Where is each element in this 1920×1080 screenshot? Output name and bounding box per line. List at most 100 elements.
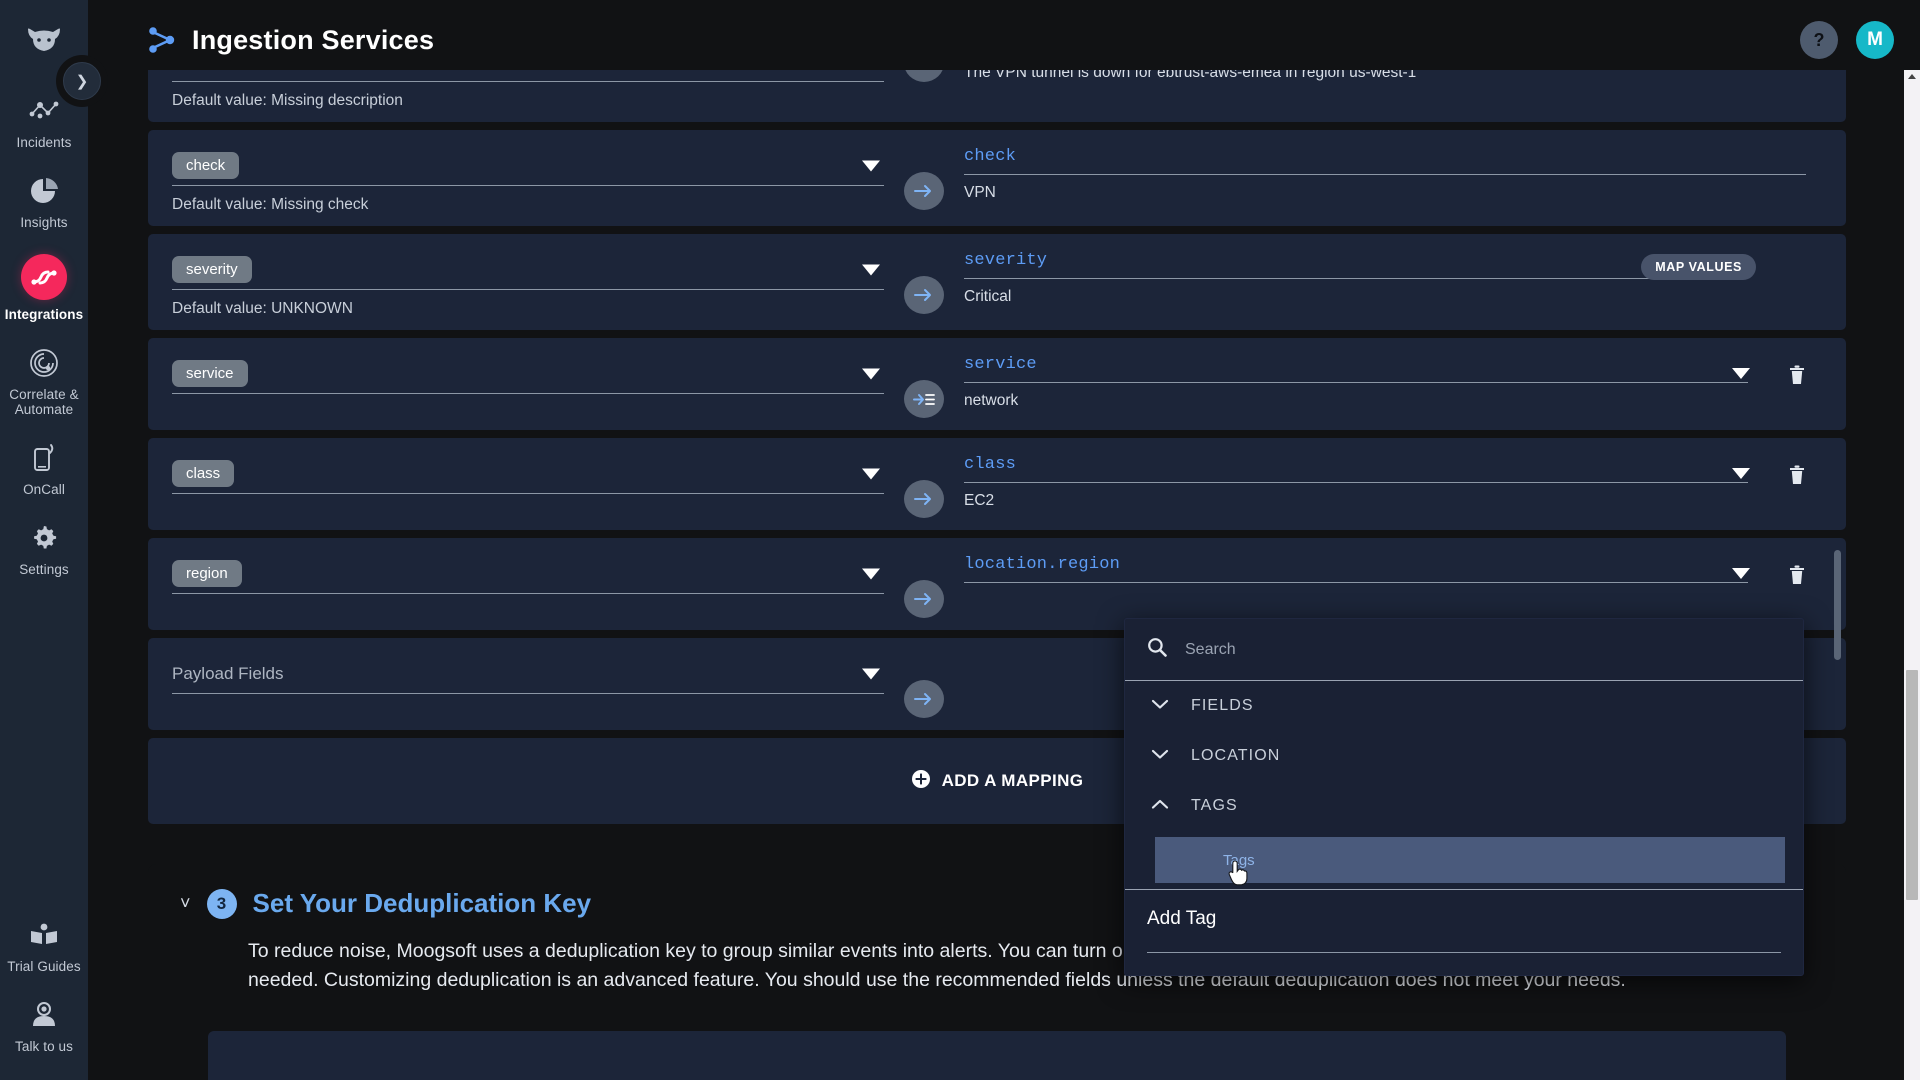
panel-scrollbar-thumb[interactable]: [1834, 550, 1841, 660]
mapping-arrow: [884, 354, 964, 418]
mapping-target: service network: [964, 354, 1812, 410]
target-field-value: VPN: [964, 184, 996, 201]
search-icon: [1147, 637, 1167, 662]
scrollbar-up-arrow-icon[interactable]: [1908, 74, 1916, 79]
chevron-down-icon[interactable]: [862, 264, 880, 275]
sidebar-item-talk-to-us[interactable]: Talk to us: [0, 984, 88, 1080]
source-field-chip: class: [172, 460, 235, 487]
delete-mapping-button[interactable]: [1788, 364, 1806, 391]
radar-target-icon: [27, 346, 61, 380]
mapping-source: Payload Fields: [172, 654, 884, 694]
mapping-source: severity Default value: UNKNOWN: [172, 250, 884, 318]
sidebar-item-oncall[interactable]: OnCall: [0, 427, 88, 507]
mapping-arrow: [884, 654, 964, 718]
sidebar-item-insights[interactable]: Insights: [0, 160, 88, 240]
dropdown-group-tags[interactable]: TAGS: [1125, 781, 1803, 831]
chevron-down-icon[interactable]: [862, 568, 880, 579]
pie-chart-icon: [27, 174, 61, 208]
dropdown-group-label: FIELDS: [1191, 697, 1254, 714]
table-row: class class EC2: [148, 438, 1846, 530]
question-mark-icon: ?: [1813, 29, 1825, 50]
target-field-name: service: [964, 355, 1037, 374]
section-title: Set Your Deduplication Key: [252, 888, 592, 918]
sidebar-item-label: Integrations: [4, 307, 84, 322]
help-button[interactable]: ?: [1800, 21, 1838, 59]
dropdown-group-location[interactable]: LOCATION: [1125, 731, 1803, 781]
dedup-key-card: [208, 1031, 1786, 1080]
left-sidebar: Incidents Insights Integrations Correlat…: [0, 0, 88, 1080]
mapping-target: severity Critical MAP VALUES: [964, 250, 1812, 306]
delete-mapping-button[interactable]: [1788, 564, 1806, 591]
dropdown-group-fields[interactable]: FIELDS: [1125, 681, 1803, 731]
sidebar-item-trial-guides[interactable]: Trial Guides: [0, 904, 88, 984]
add-mapping-button[interactable]: ADD A MAPPING: [911, 769, 1084, 794]
mapping-arrow: [884, 146, 964, 210]
chevron-down-icon[interactable]: [1732, 368, 1750, 379]
page-scrollbar-thumb[interactable]: [1906, 670, 1918, 900]
sidebar-item-label: Incidents: [16, 135, 72, 150]
table-row: check Default value: Missing check check: [148, 130, 1846, 226]
add-tag-label: Add Tag: [1147, 908, 1217, 929]
mapping-source: service: [172, 354, 884, 394]
arrow-right-icon: [904, 680, 944, 718]
sidebar-item-label: Talk to us: [14, 1039, 74, 1054]
target-field-value: EC2: [964, 492, 995, 509]
target-field-name: check: [964, 147, 1017, 166]
avatar-initial: M: [1867, 29, 1883, 50]
sidebar-item-settings[interactable]: Settings: [0, 507, 88, 587]
chevron-down-icon[interactable]: [1732, 568, 1750, 579]
arrow-to-list-icon: [904, 380, 944, 418]
panel-scrollbar[interactable]: [1834, 120, 1844, 660]
map-values-button[interactable]: MAP VALUES: [1641, 254, 1756, 280]
chevron-down-icon[interactable]: [862, 668, 880, 679]
source-field-chip: severity: [172, 256, 252, 283]
payload-fields-placeholder: Payload Fields: [172, 663, 284, 683]
field-picker-dropdown: FIELDS LOCATION TAGS Tags Add Tag: [1124, 618, 1804, 976]
dropdown-option-tags[interactable]: Tags: [1155, 837, 1785, 883]
source-field-select[interactable]: severity: [172, 250, 884, 290]
page-title: Ingestion Services: [192, 24, 435, 55]
table-row: severity Default value: UNKNOWN severity: [148, 234, 1846, 330]
chevron-down-icon[interactable]: [862, 468, 880, 479]
mobile-phone-icon: [27, 441, 61, 475]
arrow-right-icon: [904, 276, 944, 314]
chevron-down-icon[interactable]: [862, 160, 880, 171]
mapping-target: location.region: [964, 554, 1812, 592]
delete-mapping-button[interactable]: [1788, 464, 1806, 491]
mapping-target: check VPN: [964, 146, 1812, 202]
chevron-down-icon[interactable]: ˅: [180, 893, 191, 914]
mapping-source: check Default value: Missing check: [172, 146, 884, 214]
mapping-arrow: [884, 554, 964, 618]
table-row: service service network: [148, 338, 1846, 430]
source-field-chip: check: [172, 152, 240, 179]
source-default-value: Default value: UNKNOWN: [172, 300, 353, 317]
sidebar-item-correlate-automate[interactable]: Correlate & Automate: [0, 332, 88, 427]
page-scrollbar[interactable]: [1904, 70, 1920, 1080]
mapping-source: region: [172, 554, 884, 594]
mapping-arrow: [884, 250, 964, 314]
add-tag-input[interactable]: [1147, 952, 1781, 953]
sidebar-item-label: Settings: [19, 562, 69, 577]
chevron-down-icon[interactable]: [1732, 468, 1750, 479]
incidents-scatter-icon: [27, 94, 61, 128]
source-field-select[interactable]: region: [172, 554, 884, 594]
target-field-value: [964, 583, 1806, 592]
arrow-right-icon: [904, 580, 944, 618]
add-mapping-label: ADD A MAPPING: [941, 771, 1084, 790]
dropdown-option-label: Tags: [1223, 851, 1255, 869]
search-input[interactable]: [1185, 640, 1781, 659]
sidebar-collapse-button[interactable]: ❯: [63, 62, 101, 100]
top-header: Ingestion Services ? M: [88, 0, 1920, 80]
payload-fields-select[interactable]: Payload Fields: [172, 654, 884, 694]
bull-head-logo-icon: [28, 28, 60, 51]
sidebar-item-integrations[interactable]: Integrations: [0, 240, 88, 332]
source-field-select[interactable]: service: [172, 354, 884, 394]
chevron-down-icon[interactable]: [862, 368, 880, 379]
avatar[interactable]: M: [1856, 21, 1894, 59]
top-header-actions: ? M: [1800, 21, 1894, 59]
integrations-icon: [21, 254, 67, 300]
dropdown-footer: Add Tag: [1125, 889, 1803, 975]
source-field-select[interactable]: class: [172, 454, 884, 494]
target-field-value: Critical: [964, 288, 1012, 305]
source-field-select[interactable]: check: [172, 146, 884, 186]
